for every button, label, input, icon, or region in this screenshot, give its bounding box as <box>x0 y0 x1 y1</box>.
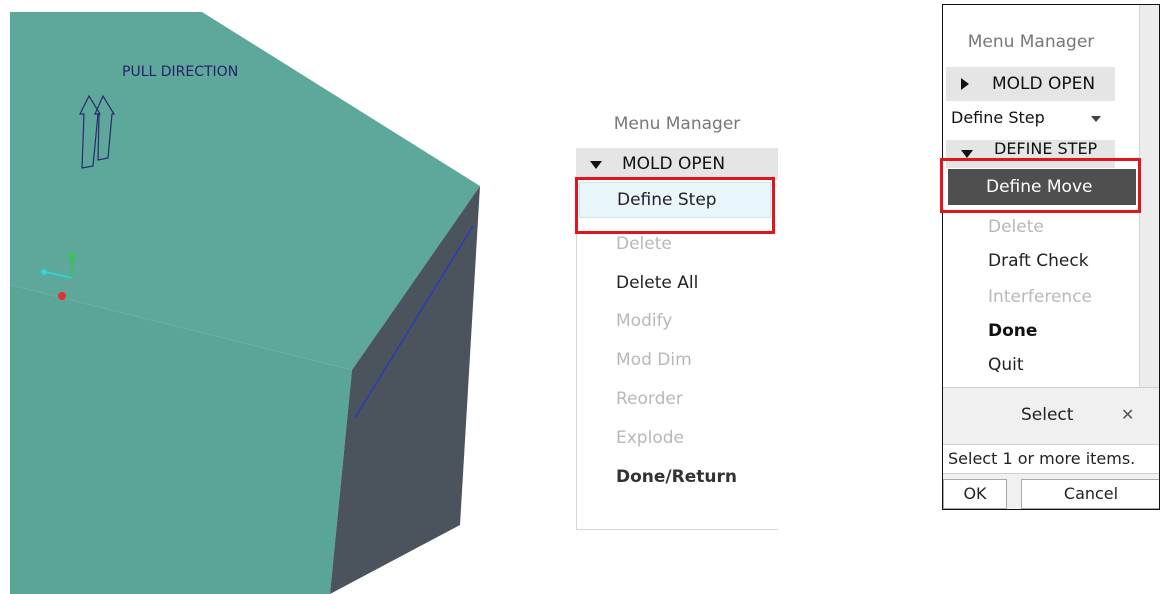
menu-item-done[interactable]: Done <box>988 321 1037 341</box>
close-icon[interactable]: ✕ <box>1121 405 1134 424</box>
cancel-button[interactable]: Cancel <box>1021 479 1159 509</box>
menu-item-reorder: Reorder <box>616 389 683 409</box>
highlight-box-define-move <box>940 158 1141 213</box>
mold-open-header-label: MOLD OPEN <box>622 154 726 174</box>
select-hint-field: Select 1 or more items. <box>943 444 1159 474</box>
mold-block-graphic <box>10 12 480 594</box>
define-step-header-label: DEFINE STEP <box>994 140 1098 158</box>
menu-scroll-strip[interactable] <box>1139 5 1159 389</box>
mold-open-header-label: MOLD OPEN <box>992 74 1096 94</box>
menu-manager-title: Menu Manager <box>613 114 741 134</box>
menu-item-interference: Interference <box>988 287 1093 307</box>
dropdown-arrow-icon[interactable] <box>1091 116 1101 122</box>
select-dialog-title: Select <box>1021 405 1074 425</box>
menu-item-modify: Modify <box>616 311 673 331</box>
menu-item-draft-check[interactable]: Draft Check <box>988 251 1089 271</box>
menu-item-quit[interactable]: Quit <box>988 355 1024 375</box>
menu-item-delete: Delete <box>988 217 1044 237</box>
menu-item-mod-dim: Mod Dim <box>616 350 692 370</box>
chevron-right-icon <box>961 78 969 90</box>
select-hint-text: Select 1 or more items. <box>948 449 1136 468</box>
menu-item-done-return[interactable]: Done/Return <box>616 467 737 487</box>
mold-open-header[interactable]: MOLD OPEN <box>946 67 1115 101</box>
ok-button[interactable]: OK <box>943 479 1007 509</box>
highlight-box-define-step <box>575 177 775 234</box>
select-dialog: Select ✕ Select 1 or more items. OK Canc… <box>943 387 1159 509</box>
menu-item-delete-all[interactable]: Delete All <box>616 273 698 293</box>
chevron-down-icon <box>961 150 973 158</box>
menu-manager-title: Menu Manager <box>967 32 1095 52</box>
define-step-dropdown[interactable]: Define Step <box>951 108 1045 127</box>
mold-open-header[interactable]: MOLD OPEN <box>576 148 778 180</box>
menu-item-delete: Delete <box>616 234 672 254</box>
model-viewport[interactable]: PULL DIRECTION <box>0 0 560 594</box>
chevron-down-icon <box>590 161 602 169</box>
pull-direction-label: PULL DIRECTION <box>122 64 239 80</box>
menu-manager-define-step: Menu Manager MOLD OPEN Define Step DEFIN… <box>942 4 1160 510</box>
menu-item-explode: Explode <box>616 428 684 448</box>
menu-manager-mold-open: Menu Manager MOLD OPEN Define Step Delet… <box>576 104 778 530</box>
